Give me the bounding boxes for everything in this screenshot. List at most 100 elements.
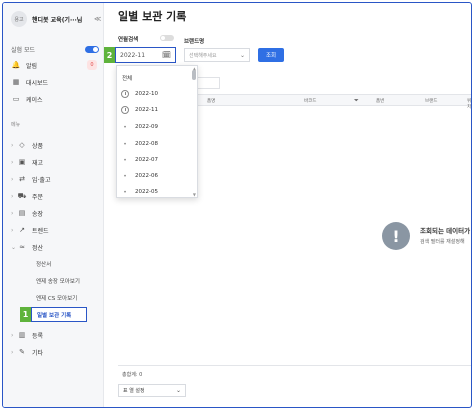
sidebar-item-label: 입·출고 [32, 176, 51, 184]
column-settings-select[interactable]: 표 열 설정 ⌄ [118, 384, 186, 397]
sidebar-item-case[interactable]: ▭ 케이스 [11, 93, 99, 105]
sidebar-item-label: 주문 [32, 193, 44, 201]
sidebar-item-label: 알림 [26, 62, 38, 70]
bullet-icon: • [123, 188, 127, 196]
bullet-icon: • [123, 156, 127, 164]
register-icon: ▥ [18, 331, 26, 339]
clock-icon [121, 106, 129, 114]
brand-name: 핸디봇 교육(기···님 [32, 16, 83, 24]
dropdown-option[interactable]: • 2022-06 [121, 171, 158, 181]
chevron-down-icon: ⌄ [239, 51, 245, 59]
info-icon: ! [382, 222, 410, 250]
scroll-down-icon[interactable]: ▼ [193, 192, 196, 197]
column-settings-label: 표 열 설정 [123, 388, 145, 394]
invoice-icon: ▤ [18, 209, 26, 217]
sidebar-item-label: 상품 [32, 142, 44, 150]
dropdown-scrollbar[interactable] [192, 70, 196, 80]
sidebar-item-inventory[interactable]: › ▣ 재고 [11, 156, 99, 168]
empty-state-title: 조회되는 데이터가 [420, 227, 471, 235]
option-label: 2022-07 [135, 157, 158, 163]
sidebar-item-products[interactable]: › ◇ 상품 [11, 139, 99, 151]
col-item-number: 품번 [376, 99, 385, 104]
tag-icon: ◇ [19, 141, 25, 149]
sub-item-cs-collection[interactable]: 엔제 CS 모아보기 [36, 294, 77, 302]
sidebar-item-orders[interactable]: › ⛟ 주문 [11, 190, 99, 202]
sidebar-item-label: 정산 [32, 244, 44, 252]
sidebar-item-inout[interactable]: › ⇄ 입·출고 [11, 173, 99, 185]
dropdown-option[interactable]: • 2022-08 [121, 139, 158, 149]
search-button[interactable]: 조회 [258, 48, 284, 62]
sidebar-item-alarm[interactable]: 🔔 알림 0 [11, 59, 99, 71]
wave-icon: ≈ [19, 243, 25, 251]
option-label: 2022-05 [135, 189, 158, 195]
clock-icon [121, 90, 129, 98]
dropdown-option[interactable]: • 2022-09 [121, 122, 158, 132]
option-label: 2022-10 [135, 91, 158, 97]
sidebar-item-settlement[interactable]: ⌄ ≈ 정산 [11, 241, 99, 253]
collapse-sidebar-icon[interactable]: ≪ [94, 15, 101, 23]
dropdown-option[interactable]: • 2022-07 [121, 155, 158, 165]
sidebar-item-register[interactable]: › ▥ 등록 [11, 329, 99, 341]
dropdown-option[interactable]: • 2022-05 [121, 187, 158, 197]
sub-item-statement[interactable]: 정산서 [36, 260, 51, 268]
sidebar-item-invoice[interactable]: › ▤ 송장 [11, 207, 99, 219]
dashboard-icon: ▦ [12, 78, 20, 86]
col-brand: 브랜드 [425, 99, 438, 104]
filter-icon[interactable]: ⏷ [354, 97, 359, 105]
chevron-down-icon: ⌄ [175, 387, 181, 394]
sidebar-item-label: 기타 [32, 349, 44, 357]
month-picker-value: 2022-11 [120, 51, 146, 59]
sub-item-invoice-collection[interactable]: 엔제 송장 모아보기 [36, 277, 80, 285]
box-icon: ▣ [18, 158, 26, 166]
sidebar-item-label: 재고 [32, 159, 44, 167]
swap-icon: ⇄ [19, 175, 25, 183]
cart-icon: ⛟ [17, 191, 27, 200]
sidebar-item-label: 송장 [32, 210, 44, 218]
month-picker-input[interactable]: 2022-11 🗓 [115, 47, 176, 63]
step-marker-1: 1 [20, 307, 31, 322]
dropdown-option-recent[interactable]: 2022-10 [121, 89, 158, 99]
experiment-mode-toggle[interactable] [85, 45, 99, 53]
sidebar-item-dashboard[interactable]: ▦ 대시보드 [11, 76, 99, 88]
experiment-mode-row: 실험 모드 [11, 43, 99, 55]
month-search-label: 연월검색 [118, 37, 139, 43]
total-count: 총합계: 0 [122, 372, 143, 378]
sidebar-item-etc[interactable]: › ✎ 기타 [11, 346, 99, 358]
col-location: 위치 [467, 99, 472, 110]
month-dropdown: ▲ ▼ 전체 2022-10 2022-11 • 2022-09 • 2022-… [116, 65, 198, 198]
brand-label: 브랜드명 [184, 39, 205, 45]
calendar-icon[interactable]: 🗓 [162, 51, 171, 59]
col-name: 품명 [207, 99, 216, 104]
bullet-icon: • [123, 140, 127, 148]
sidebar-item-trend[interactable]: › ↗ 트렌드 [11, 224, 99, 236]
brand: 용고 핸디봇 교육(기···님 ≪ [11, 11, 101, 27]
sub-item-daily-storage[interactable]: 일별 보관 기록 [31, 307, 87, 322]
footer-divider [118, 365, 471, 366]
brand-select[interactable]: 선택해주세요 ⌄ [184, 48, 250, 62]
main-content: 일별 보관 기록 연월검색 브랜드명 2 2022-11 🗓 선택해주세요 ⌄ … [104, 3, 472, 407]
step-marker-2: 2 [104, 47, 115, 63]
dropdown-option-recent[interactable]: 2022-11 [121, 105, 158, 115]
dropdown-option-all[interactable]: 전체 [122, 74, 132, 82]
pencil-icon: ✎ [19, 348, 25, 356]
bell-icon: 🔔 [11, 61, 21, 69]
option-label: 2022-11 [135, 107, 158, 113]
brand-select-placeholder: 선택해주세요 [189, 52, 217, 59]
menu-heading: 메뉴 [11, 122, 21, 128]
monitor-icon: ▭ [12, 95, 20, 103]
sidebar-item-label: 케이스 [26, 96, 43, 104]
sidebar-item-label: 트렌드 [32, 227, 49, 235]
option-label: 2022-08 [135, 141, 158, 147]
experiment-mode-label: 실험 모드 [11, 46, 35, 54]
empty-state-subtitle: 검색 필터를 재설정해 [420, 239, 465, 245]
avatar[interactable]: 용고 [11, 11, 27, 27]
trend-icon: ↗ [19, 226, 25, 234]
option-label: 2022-09 [135, 124, 158, 130]
sidebar: 용고 핸디봇 교육(기···님 ≪ 실험 모드 🔔 알림 0 ▦ 대시보드 ▭ … [3, 3, 104, 407]
bullet-icon: • [123, 123, 127, 131]
month-search-toggle[interactable] [160, 35, 174, 41]
sidebar-item-label: 대시보드 [26, 79, 49, 87]
option-label: 2022-06 [135, 173, 158, 179]
col-barcode: 바코드 [304, 99, 317, 104]
alarm-count-badge: 0 [87, 60, 97, 70]
